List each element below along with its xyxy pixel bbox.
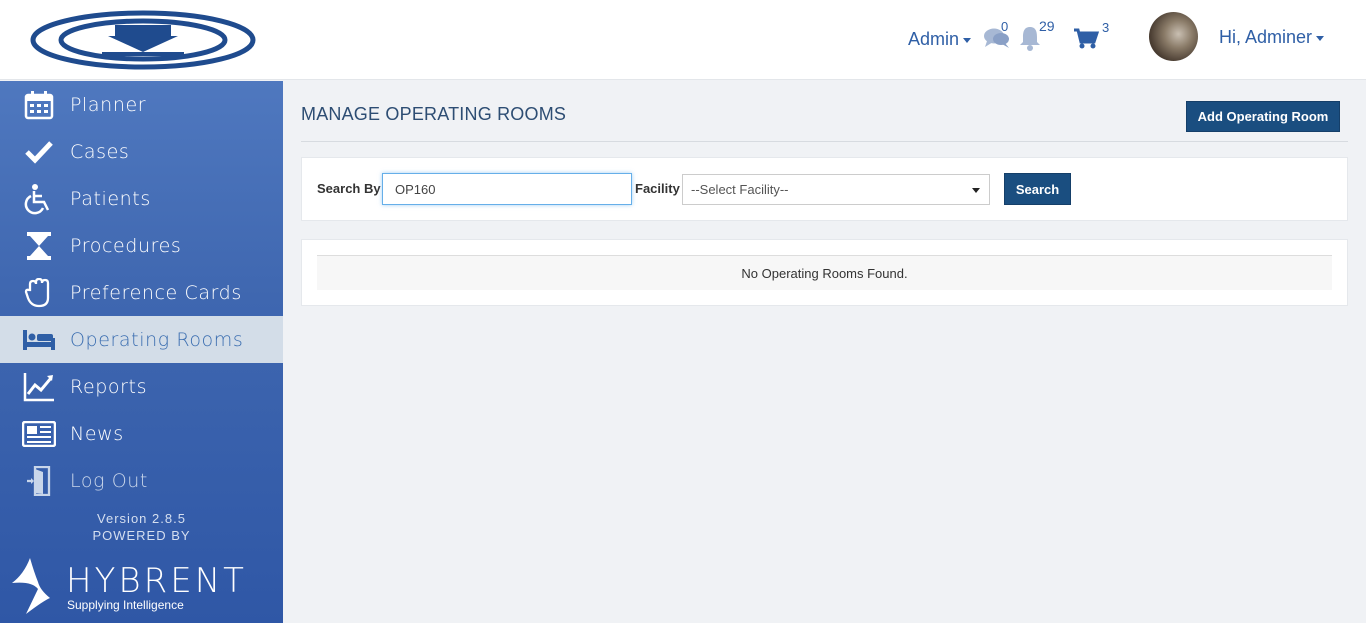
sidebar-item-reports[interactable]: Reports <box>0 363 283 410</box>
add-operating-room-button[interactable]: Add Operating Room <box>1186 101 1340 132</box>
door-exit-icon <box>21 463 57 499</box>
chevron-down-icon <box>1316 35 1325 41</box>
calendar-icon <box>21 87 57 123</box>
chevron-down-icon <box>963 37 972 43</box>
sidebar-item-cases[interactable]: Cases <box>0 128 283 175</box>
facility-selected-value: --Select Facility-- <box>691 182 789 197</box>
sidebar-item-patients[interactable]: Patients <box>0 175 283 222</box>
top-header: Admin 0 29 3 Hi, Adminer <box>0 0 1366 80</box>
user-menu[interactable]: Hi, Adminer <box>1219 27 1325 48</box>
sidebar: Planner Cases Patients Procedures Prefer… <box>0 81 283 623</box>
hourglass-icon <box>21 228 57 264</box>
sidebar-item-label: Log Out <box>70 469 148 492</box>
search-input[interactable] <box>382 173 632 205</box>
bed-icon <box>21 322 57 358</box>
sidebar-item-label: News <box>70 422 124 445</box>
sidebar-item-label: Preference Cards <box>70 281 242 304</box>
search-button[interactable]: Search <box>1004 173 1071 205</box>
empty-results-row: No Operating Rooms Found. <box>317 255 1332 290</box>
powered-by-text: POWERED BY <box>92 528 191 543</box>
sidebar-item-log-out[interactable]: Log Out <box>0 457 283 504</box>
messages-count-badge: 0 <box>1001 19 1009 34</box>
line-chart-icon <box>21 369 57 405</box>
glove-icon <box>21 275 57 311</box>
sidebar-item-planner[interactable]: Planner <box>0 81 283 128</box>
wheelchair-icon <box>21 181 57 217</box>
admin-menu-label: Admin <box>908 29 960 49</box>
page-title: MANAGE OPERATING ROOMS <box>301 104 567 124</box>
sidebar-item-label: Planner <box>70 93 147 116</box>
sidebar-item-operating-rooms[interactable]: Operating Rooms <box>0 316 283 363</box>
chevron-down-icon <box>972 188 980 193</box>
sidebar-item-label: Reports <box>70 375 148 398</box>
app-logo[interactable] <box>30 10 257 70</box>
brand-name: HYBRENT <box>66 561 247 601</box>
admin-menu[interactable]: Admin <box>908 29 972 50</box>
sidebar-item-label: Cases <box>70 140 130 163</box>
facility-select[interactable]: --Select Facility-- <box>682 174 990 205</box>
sidebar-item-label: Operating Rooms <box>70 328 244 351</box>
search-by-label: Search By <box>317 181 381 196</box>
user-greeting: Hi, Adminer <box>1219 27 1313 47</box>
sidebar-item-news[interactable]: News <box>0 410 283 457</box>
empty-message: No Operating Rooms Found. <box>741 265 908 281</box>
title-divider <box>301 141 1348 142</box>
brand-tagline: Supplying Intelligence <box>67 598 184 612</box>
newspaper-icon <box>21 416 57 452</box>
notifications-count-badge: 29 <box>1039 18 1055 34</box>
checkmark-icon <box>21 134 57 170</box>
shopping-cart-icon <box>1074 28 1100 49</box>
avatar[interactable] <box>1149 12 1198 61</box>
sidebar-item-procedures[interactable]: Procedures <box>0 222 283 269</box>
sidebar-item-label: Procedures <box>70 234 182 257</box>
sidebar-item-label: Patients <box>70 187 151 210</box>
facility-label: Facility <box>635 181 680 196</box>
cart-count-badge: 3 <box>1102 20 1110 35</box>
cart-button[interactable] <box>1073 28 1100 55</box>
version-text: Version 2.8.5 <box>97 511 186 526</box>
sidebar-item-preference-cards[interactable]: Preference Cards <box>0 269 283 316</box>
